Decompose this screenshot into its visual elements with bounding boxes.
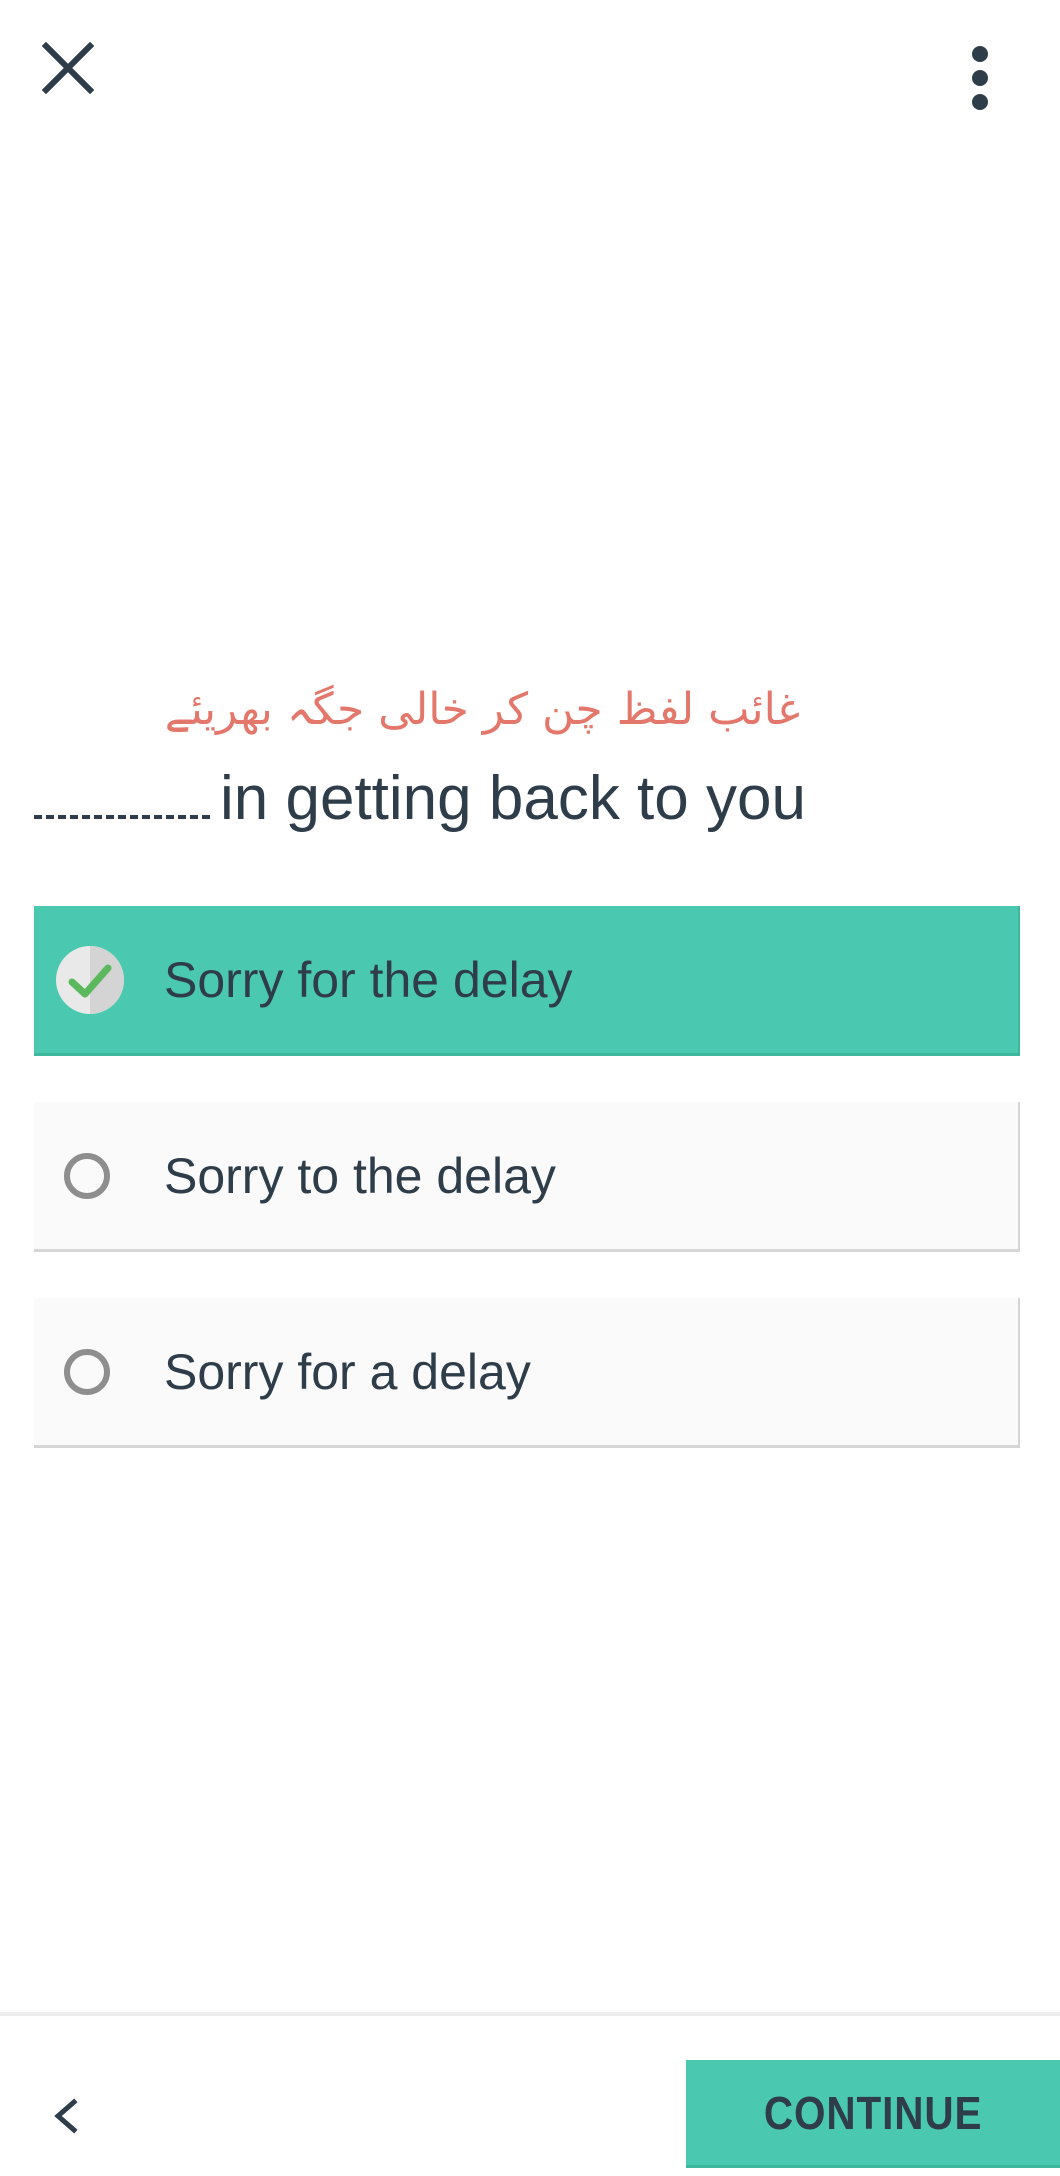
close-icon xyxy=(41,41,95,95)
answer-option-1[interactable]: Sorry for the delay xyxy=(34,906,1020,1056)
quiz-screen: غائب لفظ چن کر خالی جگہ بھریئے in gettin… xyxy=(0,0,1060,2176)
continue-label: CONTINUE xyxy=(763,2086,983,2139)
instruction-text: غائب لفظ چن کر خالی جگہ بھریئے xyxy=(164,684,800,735)
question-text: in getting back to you xyxy=(220,764,806,833)
answer-option-3[interactable]: Sorry for a delay xyxy=(34,1298,1020,1448)
option-label: Sorry for a delay xyxy=(164,1343,531,1400)
answer-blank xyxy=(34,765,210,819)
radio-icon xyxy=(64,1152,110,1199)
option-label: Sorry to the delay xyxy=(164,1147,556,1204)
close-button[interactable] xyxy=(28,28,108,108)
back-button[interactable] xyxy=(30,2076,100,2156)
check-circle-icon xyxy=(56,945,124,1014)
more-options-button[interactable] xyxy=(940,28,1020,128)
answer-option-2[interactable]: Sorry to the delay xyxy=(34,1102,1020,1252)
more-vertical-icon xyxy=(972,46,988,110)
option-label: Sorry for the delay xyxy=(164,951,573,1008)
question: in getting back to you xyxy=(34,754,1034,844)
footer-divider xyxy=(0,2012,1060,2016)
continue-button[interactable]: CONTINUE xyxy=(686,2060,1060,2168)
chevron-left-icon xyxy=(54,2098,78,2134)
radio-icon xyxy=(64,1348,110,1395)
